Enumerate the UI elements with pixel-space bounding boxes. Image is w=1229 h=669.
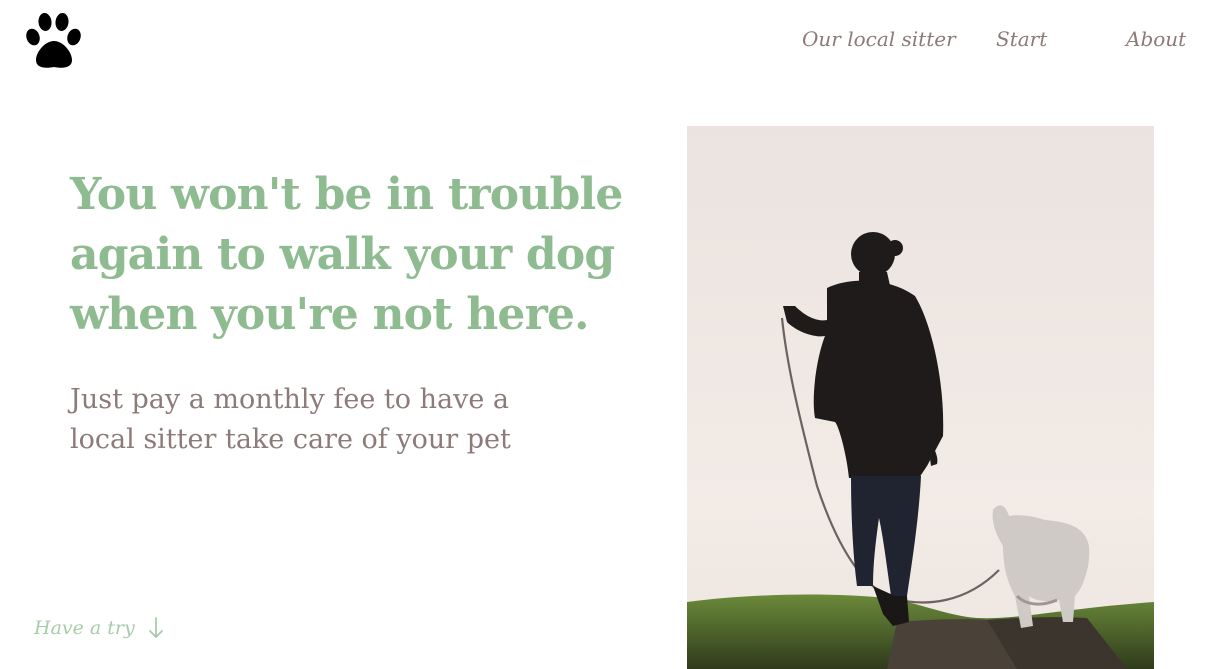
main-nav: Our local sitter Start About [0,26,1229,56]
nav-link-our-local-sitter[interactable]: Our local sitter [802,26,956,52]
hero-photo [687,126,1154,669]
hero-headline: You won't be in trouble again to walk yo… [70,169,623,340]
arrow-down-icon [148,617,163,638]
nav-link-start[interactable]: Start [996,26,1047,52]
cta-label: Have a try [34,617,135,639]
nav-link-about[interactable]: About [1126,26,1186,52]
hero-subtitle: Just pay a monthly fee to have a local s… [70,384,511,455]
have-a-try-link[interactable]: Have a try [34,614,165,642]
